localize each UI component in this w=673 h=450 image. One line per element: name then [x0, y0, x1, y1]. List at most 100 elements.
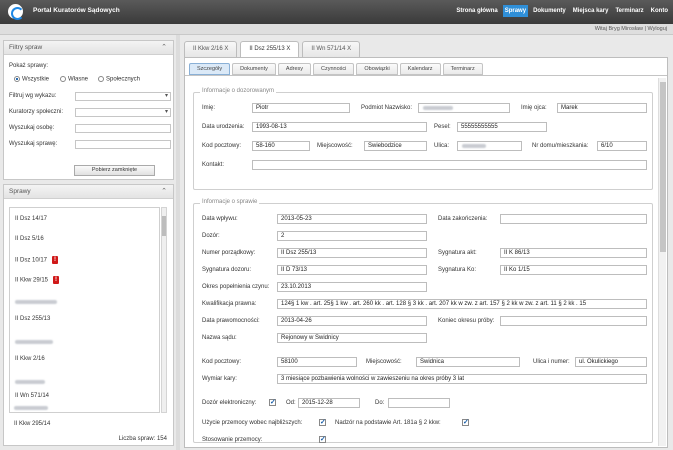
case-tab-label: II Kkw 2/16: [193, 46, 223, 52]
nav-documents[interactable]: Dokumenty: [531, 5, 568, 17]
list-item[interactable]: II Wn 571/14: [15, 393, 49, 399]
redacted-text: [15, 340, 53, 344]
case-tab-active[interactable]: II Dsz 255/13 X: [240, 41, 300, 57]
search-person-input[interactable]: [75, 124, 171, 133]
tab-addresses[interactable]: Adresy: [277, 63, 312, 75]
cases-header[interactable]: Sprawy ⌃: [4, 185, 173, 199]
close-icon[interactable]: X: [286, 46, 290, 52]
sup-sig-label: Sygnatura dozoru:: [202, 267, 252, 273]
list-item[interactable]: II Kkw 29/15!: [15, 276, 60, 284]
e-supervision-checkbox[interactable]: ✓: [269, 399, 276, 406]
scrollbar-thumb[interactable]: [162, 216, 166, 236]
violence-use-checkbox[interactable]: ✓: [319, 436, 326, 443]
fetch-closed-button[interactable]: Pobierz zamknięte: [74, 165, 155, 176]
redacted-text: [15, 300, 57, 304]
list-item[interactable]: II Kkw 295/14: [14, 421, 50, 427]
top-bar: Portal Kuratorów Sądowych Strona główna …: [0, 0, 673, 24]
radio-own-label: Własne: [68, 76, 89, 83]
cases-scrollbar[interactable]: [161, 207, 167, 413]
violence-checkbox[interactable]: ✓: [319, 419, 326, 426]
list-item[interactable]: II Dsz 5/16: [15, 236, 44, 242]
city-field[interactable]: Świebodzice: [364, 141, 427, 151]
alert-flag-icon: !: [52, 256, 59, 264]
radio-all-label: Wszystkie: [22, 76, 49, 83]
main-area: II Kkw 2/16 X II Dsz 255/13 X II Wn 571/…: [180, 38, 670, 448]
file-sig-field[interactable]: II K 86/13: [500, 248, 647, 258]
radio-own[interactable]: Własne: [60, 76, 88, 83]
ko-sig-label: Sygnatura Ko:: [438, 267, 477, 273]
valid-date-label: Data prawomocności:: [202, 318, 260, 324]
list-item[interactable]: II Kkw 2/16: [15, 356, 45, 362]
from-field[interactable]: 2015-12-28: [298, 398, 360, 408]
sentence-field[interactable]: 3 miesiące pozbawienia wolności w zawies…: [277, 374, 647, 384]
collapse-icon[interactable]: ⌃: [161, 187, 167, 195]
first-name-field[interactable]: Piotr: [252, 103, 350, 113]
probation-end-field[interactable]: [500, 316, 647, 326]
radio-icon: [98, 76, 104, 82]
violence-label: Użycie przemocy wobec najbliższych:: [202, 420, 303, 426]
detail-tabs: Szczegóły Dokumenty Adresy Czynności Obo…: [189, 63, 483, 75]
crime-period-field[interactable]: 23.10.2013: [277, 282, 427, 292]
portal-logo-icon: [8, 4, 24, 20]
app-title: Portal Kuratorów Sądowych: [33, 7, 120, 14]
e-supervision-label: Dozór elektroniczny:: [202, 400, 257, 406]
list-item[interactable]: II Dsz 10/17!: [15, 256, 59, 264]
qualification-field[interactable]: 124§ 1 kw . art. 25§ 1 kw . art. 260 kk …: [277, 299, 647, 309]
probation-end-label: Koniec okresu próby:: [438, 318, 495, 324]
tab-calendar[interactable]: Kalendarz: [399, 63, 441, 75]
filters-header[interactable]: Filtry spraw ⌃: [4, 41, 173, 55]
close-icon[interactable]: X: [347, 46, 351, 52]
content-scrollbar[interactable]: [658, 78, 666, 446]
tab-documents[interactable]: Dokumenty: [232, 63, 276, 75]
tab-activities[interactable]: Czynności: [313, 63, 355, 75]
valid-date-field[interactable]: 2013-04-26: [277, 316, 427, 326]
number-field[interactable]: II Dsz 255/13: [277, 248, 427, 258]
received-field[interactable]: 2013-05-23: [277, 214, 427, 224]
closed-date-field[interactable]: [500, 214, 647, 224]
radio-all[interactable]: Wszystkie: [14, 76, 49, 83]
list-item[interactable]: II Dsz 255/13: [15, 316, 50, 322]
case-tab[interactable]: II Wn 571/14 X: [302, 41, 361, 57]
supervision-field[interactable]: 2: [277, 231, 427, 241]
social-curators-label: Kuratorzy społeczni:: [9, 109, 64, 115]
nav-cases[interactable]: Sprawy: [502, 5, 529, 17]
radio-icon: [60, 76, 66, 82]
radio-social[interactable]: Społecznych: [98, 76, 140, 83]
art-checkbox[interactable]: ✓: [462, 419, 469, 426]
tab-obligations[interactable]: Obowiązki: [356, 63, 398, 75]
surname-field[interactable]: [418, 103, 510, 113]
contact-field[interactable]: [252, 160, 647, 170]
street-field[interactable]: [457, 141, 522, 151]
court-street-field[interactable]: ul. Okulickiego: [575, 357, 647, 367]
collapse-icon[interactable]: ⌃: [161, 43, 167, 51]
house-field[interactable]: 6/10: [597, 141, 647, 151]
filter-list-label: Filtruj wg wykazu:: [9, 93, 57, 99]
tab-schedule[interactable]: Terminarz: [442, 63, 483, 75]
search-case-input[interactable]: [75, 140, 171, 149]
scrollbar-thumb[interactable]: [660, 82, 666, 252]
nav-schedule[interactable]: Terminarz: [613, 5, 645, 17]
social-curators-select[interactable]: [75, 108, 171, 117]
list-item[interactable]: II Dsz 14/17: [15, 216, 47, 222]
case-legend: Informacje o sprawie: [200, 199, 260, 205]
filter-list-select[interactable]: [75, 92, 171, 101]
court-city-field[interactable]: Świdnica: [416, 357, 520, 367]
court-zip-field[interactable]: 58100: [277, 357, 357, 367]
sup-sig-field[interactable]: II D 73/13: [277, 265, 427, 275]
nav-home[interactable]: Strona główna: [454, 5, 499, 17]
case-tab[interactable]: II Kkw 2/16 X: [184, 41, 238, 57]
court-field[interactable]: Rejonowy w Świdnicy: [277, 333, 427, 343]
father-name-field[interactable]: Marek: [557, 103, 647, 113]
court-label: Nazwa sądu:: [202, 335, 237, 341]
pesel-field[interactable]: 55555555555: [457, 122, 547, 132]
supervision-label: Dozór:: [202, 233, 220, 239]
close-icon[interactable]: X: [224, 46, 228, 52]
user-logout-link[interactable]: Witaj Bryg Mirosław | Wyloguj: [595, 26, 667, 32]
to-field[interactable]: [388, 398, 450, 408]
dob-field[interactable]: 1993-08-13: [252, 122, 427, 132]
tab-details[interactable]: Szczegóły: [189, 63, 231, 75]
nav-penalty-places[interactable]: Miejsca kary: [571, 5, 611, 17]
ko-sig-field[interactable]: II Ko 1/15: [500, 265, 647, 275]
zip-field[interactable]: 58-160: [252, 141, 310, 151]
nav-account[interactable]: Konto: [649, 5, 670, 17]
